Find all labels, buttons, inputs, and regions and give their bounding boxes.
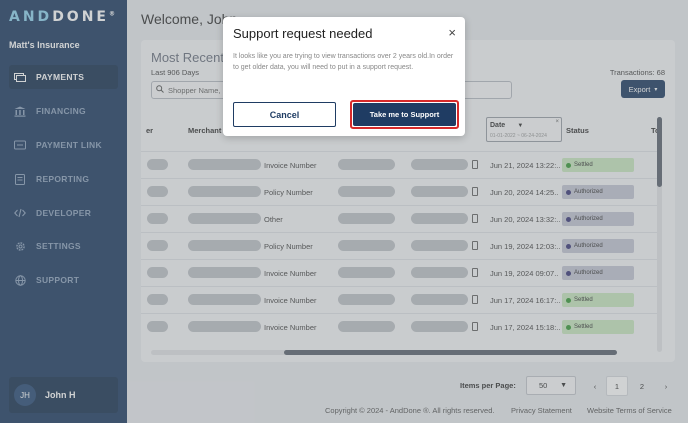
support-request-modal: Support request needed × It looks like y… bbox=[223, 17, 465, 136]
cancel-button[interactable]: Cancel bbox=[233, 102, 336, 127]
close-icon[interactable]: × bbox=[448, 25, 456, 40]
modal-message: It looks like you are trying to view tra… bbox=[233, 53, 454, 71]
support-button-highlight: Take me to Support bbox=[350, 100, 459, 129]
take-me-to-support-button[interactable]: Take me to Support bbox=[353, 103, 456, 126]
modal-title: Support request needed bbox=[233, 26, 373, 41]
